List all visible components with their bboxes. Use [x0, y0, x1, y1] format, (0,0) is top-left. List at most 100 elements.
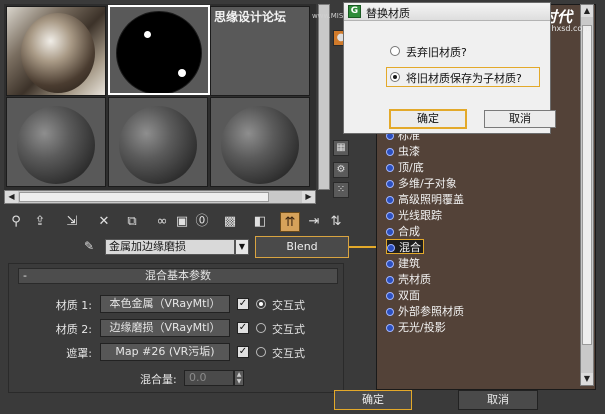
gray-sphere-preview: [119, 106, 197, 184]
sphere-highlight: [144, 31, 151, 38]
discard-old-material-radio[interactable]: [390, 46, 400, 56]
list-item[interactable]: 建筑: [386, 256, 420, 271]
scroll-down-icon[interactable]: ▼: [581, 373, 593, 385]
collapse-icon[interactable]: -: [23, 269, 27, 283]
material-type-button[interactable]: Blend: [255, 236, 349, 258]
mask-map-button[interactable]: Map #26 (VR污垢): [100, 343, 230, 361]
pick-material-eyedropper-icon[interactable]: ✎: [84, 239, 102, 255]
browser-cancel-button[interactable]: 取消: [458, 390, 538, 410]
interactive-label: 交互式: [272, 347, 305, 360]
material-sphere-icon: [386, 308, 394, 316]
put-to-scene-icon[interactable]: ⇪: [30, 212, 50, 232]
spinner-arrows-icon[interactable]: ▲ ▼: [234, 370, 244, 386]
list-item[interactable]: 顶/底: [386, 160, 424, 175]
material-sphere-icon: [386, 164, 394, 172]
mask-interactive-radio[interactable]: [256, 347, 266, 357]
material-sphere-icon: [386, 324, 394, 332]
scroll-thumb[interactable]: [582, 25, 592, 345]
list-item[interactable]: 高级照明覆盖: [386, 192, 464, 207]
go-forward-icon[interactable]: ⇥: [304, 212, 324, 232]
app-icon: G: [348, 5, 361, 18]
list-item[interactable]: 外部参照材质: [386, 304, 464, 319]
gray-sphere-preview: [221, 106, 299, 184]
material-sphere-icon: [386, 228, 394, 236]
material-slot-2[interactable]: [108, 5, 210, 95]
reset-icon[interactable]: ✕: [94, 212, 114, 232]
list-item[interactable]: 合成: [386, 224, 420, 239]
get-material-icon[interactable]: ⚲: [6, 212, 26, 232]
material-sphere-icon: [387, 244, 395, 252]
mix-amount-field[interactable]: 0.0: [184, 370, 234, 386]
interactive-label: 交互式: [272, 323, 305, 336]
browser-vertical-scrollbar[interactable]: ▲ ▼: [580, 4, 594, 386]
material-2-button[interactable]: 边缘磨损（VRayMtl）: [100, 319, 230, 337]
material-name-field[interactable]: 金属加边缘磨损: [105, 239, 235, 255]
gray-sphere-preview: [17, 106, 95, 184]
list-item[interactable]: 壳材质: [386, 272, 431, 287]
list-item[interactable]: 虫漆: [386, 144, 420, 159]
dialog-title: 替换材质: [366, 7, 410, 20]
put-library-icon[interactable]: ▣: [172, 212, 192, 232]
show-map-icon[interactable]: ▩: [220, 212, 240, 232]
keep-as-submaterial-label[interactable]: 将旧材质保存为子材质?: [406, 70, 522, 86]
material-2-checkbox[interactable]: ✓: [237, 322, 249, 334]
slots-vertical-scrollbar[interactable]: [318, 4, 330, 190]
black-sphere-preview: [116, 11, 202, 93]
select-by-material-icon[interactable]: ⁙: [333, 182, 349, 198]
annotation-arrow: [349, 246, 379, 248]
go-sibling-icon[interactable]: ⇅: [326, 212, 346, 232]
material-slot-4[interactable]: [6, 97, 106, 187]
list-item[interactable]: 双面: [386, 288, 420, 303]
show-end-result-icon[interactable]: ◧: [250, 212, 270, 232]
material-sphere-icon: [386, 276, 394, 284]
dialog-title-bar[interactable]: G 替换材质: [344, 3, 550, 21]
material-sphere-icon: [386, 212, 394, 220]
material-1-checkbox[interactable]: ✓: [237, 298, 249, 310]
go-parent-icon[interactable]: ⇈: [280, 212, 300, 232]
rollout-title: 混合基本参数: [145, 269, 211, 282]
list-item[interactable]: 无光/投影: [386, 320, 446, 335]
scroll-right-icon[interactable]: ▶: [302, 191, 315, 203]
reflective-sphere-preview: [21, 13, 95, 93]
material-2-label: 材质 2:: [55, 323, 92, 336]
make-copy-icon[interactable]: ⧉: [122, 212, 142, 232]
options-icon[interactable]: ⚙: [333, 162, 349, 178]
list-item[interactable]: 光线跟踪: [386, 208, 442, 223]
scroll-left-icon[interactable]: ◀: [5, 191, 18, 203]
background-icon[interactable]: ▦: [333, 140, 349, 156]
discard-old-material-label[interactable]: 丢弃旧材质?: [406, 44, 467, 60]
material-sphere-icon: [386, 148, 394, 156]
material-slot-6[interactable]: [210, 97, 310, 187]
chevron-down-icon[interactable]: ▼: [235, 239, 249, 255]
material-1-interactive-radio[interactable]: [256, 299, 266, 309]
interactive-label: 交互式: [272, 299, 305, 312]
scroll-thumb[interactable]: [19, 192, 269, 202]
assign-icon[interactable]: ⇲: [62, 212, 82, 232]
unique-icon[interactable]: ∞: [152, 212, 172, 232]
material-2-interactive-radio[interactable]: [256, 323, 266, 333]
mask-checkbox[interactable]: ✓: [237, 346, 249, 358]
scroll-up-icon[interactable]: ▲: [581, 5, 593, 17]
material-id-icon[interactable]: ⓪: [192, 212, 212, 232]
material-sphere-icon: [386, 196, 394, 204]
material-slot-1[interactable]: [6, 6, 106, 96]
mask-label: 遮罩:: [66, 347, 92, 360]
slots-horizontal-scrollbar[interactable]: ◀ ▶: [4, 190, 316, 204]
list-item-selected[interactable]: 混合: [386, 239, 424, 254]
material-1-label: 材质 1:: [55, 299, 92, 312]
rollout-header[interactable]: - 混合基本参数: [18, 268, 338, 284]
material-sphere-icon: [386, 292, 394, 300]
material-sphere-icon: [386, 180, 394, 188]
material-sphere-icon: [386, 260, 394, 268]
forum-watermark: 思缘设计论坛: [214, 10, 287, 24]
material-editor-toolbar: ⚲ ⇪ ⇲ ✕ ⧉ ∞ ▣ ⓪ ▩ ◧ ⇈ ⇥ ⇅: [4, 212, 360, 234]
dialog-ok-button[interactable]: 确定: [389, 109, 467, 129]
sphere-highlight: [178, 69, 186, 77]
list-item[interactable]: 多维/子对象: [386, 176, 457, 191]
keep-as-submaterial-radio[interactable]: [390, 72, 400, 82]
mix-amount-label: 混合量:: [140, 373, 177, 386]
material-slot-5[interactable]: [108, 97, 208, 187]
browser-ok-button[interactable]: 确定: [334, 390, 412, 410]
material-1-button[interactable]: 本色金属（VRayMtl）: [100, 295, 230, 313]
dialog-cancel-button[interactable]: 取消: [484, 110, 556, 128]
